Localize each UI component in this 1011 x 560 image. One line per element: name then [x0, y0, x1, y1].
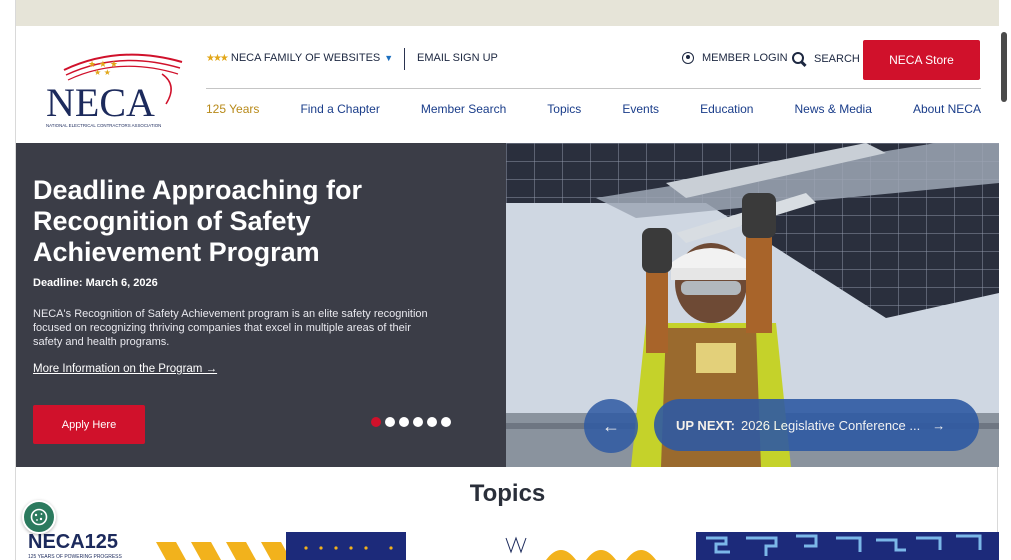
nav-topics[interactable]: Topics — [547, 102, 581, 122]
family-websites-label: NECA FAMILY OF WEBSITES — [230, 52, 381, 64]
search-icon — [792, 52, 805, 65]
nav-member-search[interactable]: Member Search — [421, 102, 506, 122]
site-header: ★ ★ ★ ★ ★ NECA NATIONAL ELECTRICAL CONTR… — [16, 26, 999, 143]
banner-wordmark: NECA125 — [28, 532, 118, 553]
up-next-label: UP NEXT: — [676, 417, 735, 433]
carousel-dots — [371, 417, 451, 427]
nav-events[interactable]: Events — [622, 102, 659, 122]
email-signup-link[interactable]: EMAIL SIGN UP — [417, 52, 498, 64]
cookie-icon — [30, 508, 48, 526]
carousel-dot-5[interactable] — [427, 417, 437, 427]
main-nav: 125 Years Find a Chapter Member Search T… — [206, 102, 981, 122]
carousel-dot-6[interactable] — [441, 417, 451, 427]
scrollbar-thumb[interactable] — [1001, 32, 1007, 102]
carousel-prev-button[interactable]: ← — [584, 399, 638, 453]
search-link[interactable]: SEARCH — [792, 52, 860, 65]
neca-logo[interactable]: ★ ★ ★ ★ ★ NECA NATIONAL ELECTRICAL CONTR… — [44, 40, 194, 140]
nav-125-years[interactable]: 125 Years — [206, 102, 259, 122]
top-strip — [16, 0, 999, 26]
carousel-dot-1[interactable] — [371, 417, 381, 427]
carousel-dot-3[interactable] — [399, 417, 409, 427]
apply-here-button[interactable]: Apply Here — [33, 405, 145, 444]
nav-find-a-chapter[interactable]: Find a Chapter — [300, 102, 379, 122]
arrow-left-icon: ← — [602, 415, 620, 436]
neca-store-button[interactable]: NECA Store — [863, 40, 980, 80]
member-login-link[interactable]: MEMBER LOGIN — [682, 52, 788, 64]
hero-panel: Deadline Approaching for Recognition of … — [16, 143, 506, 467]
svg-text:★ ★: ★ ★ — [94, 68, 111, 77]
hero-deadline: Deadline: March 6, 2026 — [33, 277, 158, 289]
carousel-next-button[interactable]: UP NEXT: 2026 Legislative Conference ...… — [654, 399, 979, 451]
carousel-dot-4[interactable] — [413, 417, 423, 427]
neca125-banner[interactable]: NECA125 125 YEARS OF POWERING PROGRESS — [16, 532, 999, 560]
nav-education[interactable]: Education — [700, 102, 753, 122]
logo-wordmark: NECA — [46, 80, 155, 125]
hero-title: Deadline Approaching for Recognition of … — [33, 175, 363, 267]
family-websites-menu[interactable]: ★★★ NECA FAMILY OF WEBSITES ▼ — [206, 52, 393, 64]
header-divider — [206, 88, 981, 89]
topics-heading: Topics — [469, 480, 546, 507]
utility-bar: ★★★ NECA FAMILY OF WEBSITES ▼ EMAIL SIGN… — [206, 40, 996, 80]
scrollbar-track[interactable] — [997, 0, 1011, 560]
hero-description: NECA's Recognition of Safety Achievement… — [33, 308, 428, 348]
user-icon — [682, 52, 694, 64]
carousel-dot-2[interactable] — [385, 417, 395, 427]
utility-separator — [404, 48, 405, 70]
logo-tagline: NATIONAL ELECTRICAL CONTRACTORS ASSOCIAT… — [46, 123, 161, 128]
stars-icon: ★★★ — [206, 52, 229, 64]
up-next-title: 2026 Legislative Conference ... — [741, 417, 921, 433]
arrow-right-icon: → — [932, 417, 946, 433]
search-label: SEARCH — [814, 52, 860, 65]
window-frame-left — [0, 0, 16, 560]
nav-about-neca[interactable]: About NECA — [913, 102, 981, 122]
email-signup-label: EMAIL SIGN UP — [417, 52, 498, 64]
banner-subtext: 125 YEARS OF POWERING PROGRESS — [28, 554, 122, 560]
more-info-link[interactable]: More Information on the Program → — [33, 363, 217, 375]
nav-news-media[interactable]: News & Media — [795, 102, 872, 122]
cookie-settings-button[interactable] — [22, 500, 56, 534]
caret-down-icon: ▼ — [384, 53, 394, 63]
hero-image: ← UP NEXT: 2026 Legislative Conference .… — [506, 143, 999, 467]
member-login-label: MEMBER LOGIN — [702, 52, 788, 64]
